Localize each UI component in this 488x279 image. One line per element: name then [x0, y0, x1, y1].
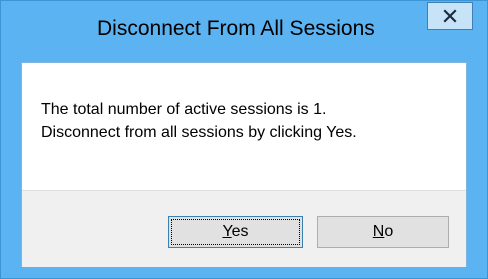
no-label-rest: o	[384, 223, 394, 240]
close-button[interactable]	[427, 2, 473, 30]
no-button[interactable]: No	[317, 216, 449, 248]
dialog-window: Disconnect From All Sessions The total n…	[0, 0, 488, 279]
yes-accelerator: Y	[222, 223, 232, 240]
no-button-label: No	[373, 223, 393, 241]
yes-button[interactable]: Yes	[168, 216, 303, 248]
yes-label-rest: es	[231, 223, 249, 240]
no-accelerator: N	[372, 223, 385, 240]
message-line-2: Disconnect from all sessions by clicking…	[41, 124, 357, 141]
close-icon	[443, 9, 457, 23]
yes-button-label: Yes	[222, 223, 248, 241]
message-line-1: The total number of active sessions is 1…	[41, 101, 327, 118]
dialog-content: The total number of active sessions is 1…	[21, 62, 467, 267]
title-bar[interactable]: Disconnect From All Sessions	[1, 1, 487, 62]
button-bar: Yes No	[22, 190, 466, 267]
dialog-title: Disconnect From All Sessions	[97, 17, 375, 40]
dialog-message: The total number of active sessions is 1…	[41, 98, 357, 144]
